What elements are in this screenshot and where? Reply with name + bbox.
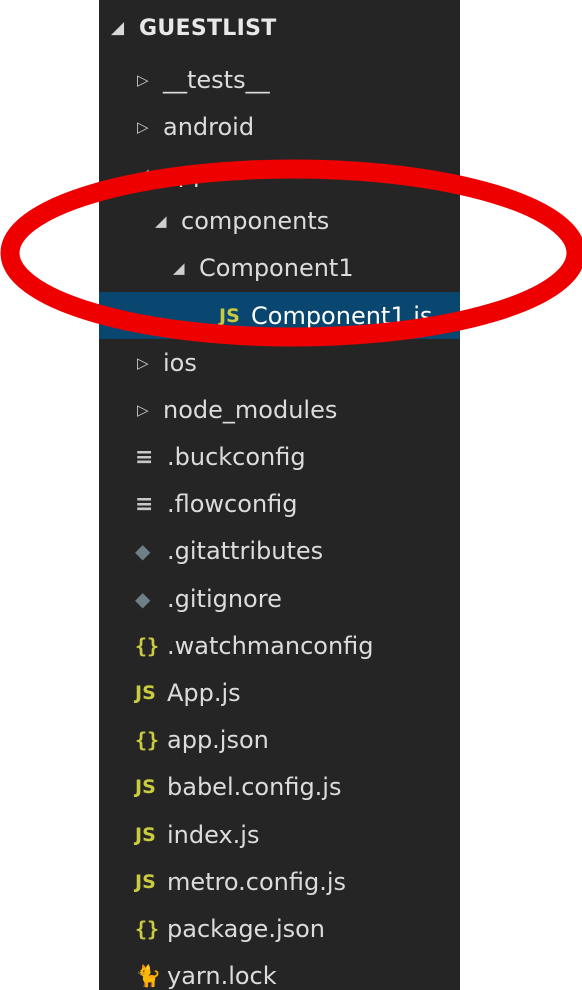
tree-item-label: components [181,207,330,236]
chevron-right-icon[interactable]: ▷ [137,354,163,372]
chevron-down-icon[interactable]: ◢ [137,165,163,183]
explorer-sidebar: ◢ GUESTLIST ▷ __tests__ ▷ android ◢ app ◢ compo… [99,0,460,990]
tree-item-label: index.js [167,820,260,849]
config-lines-icon: ≡ [135,491,154,517]
json-braces-icon: {} [135,916,160,941]
js-icon: JS [135,823,156,846]
tree-item-label: android [163,112,255,141]
tree-item-label: node_modules [163,395,338,424]
git-icon: ◆ [135,539,151,564]
tree-item-label: .flowconfig [167,490,298,519]
tree-item-label: ios [163,348,197,377]
tree-item-label: babel.config.js [167,773,342,802]
tree-item-label: .gitattributes [167,537,324,566]
tree-file-item[interactable]: {} .watchmanconfig [99,622,460,669]
git-icon: ◆ [135,586,151,611]
chevron-down-icon[interactable]: ◢ [173,259,199,277]
tree-item-label: yarn.lock [167,962,277,990]
tree-folder-item[interactable]: ▷ node_modules [99,386,460,433]
explorer-section-header[interactable]: ◢ GUESTLIST [99,0,460,56]
tree-file-item[interactable]: 🐈 yarn.lock [99,953,460,990]
tree-folder-item[interactable]: ▷ __tests__ [99,56,460,103]
chevron-right-icon[interactable]: ▷ [137,401,163,419]
tree-item-label: app [163,159,209,188]
tree-file-item[interactable]: JS babel.config.js [99,764,460,811]
tree-file-item[interactable]: JS index.js [99,811,460,858]
chevron-right-icon[interactable]: ▷ [137,118,163,136]
json-braces-icon: {} [135,633,160,658]
tree-folder-item[interactable]: ▷ android [99,103,460,150]
js-icon: JS [135,682,156,705]
tree-folder-item[interactable]: ▷ ios [99,339,460,386]
tree-folder-item[interactable]: ◢ Component1 [99,245,460,292]
yarn-icon: 🐈 [135,963,162,988]
chevron-down-icon[interactable]: ◢ [155,212,181,230]
chevron-right-icon[interactable]: ▷ [137,71,163,89]
tree-item-label: .watchmanconfig [167,631,374,660]
tree-item-label: .buckconfig [167,443,306,472]
tree-file-item[interactable]: {} app.json [99,717,460,764]
tree-file-item[interactable]: JS Component1.js [99,291,460,340]
js-icon: JS [135,870,156,893]
tree-file-item[interactable]: ≡ .buckconfig [99,434,460,481]
tree-file-item[interactable]: JS App.js [99,669,460,716]
tree-file-item[interactable]: ◆ .gitattributes [99,528,460,575]
file-tree: ▷ __tests__ ▷ android ◢ app ◢ components ◢ Compon… [99,56,460,990]
js-icon: JS [219,304,240,327]
chevron-down-icon: ◢ [111,18,125,38]
tree-folder-item[interactable]: ◢ components [99,198,460,245]
screenshot-stage: ◢ GUESTLIST ▷ __tests__ ▷ android ◢ app ◢ compo… [0,0,582,990]
config-lines-icon: ≡ [135,444,154,470]
tree-item-label: Component1.js [251,301,433,330]
js-icon: JS [135,776,156,799]
tree-item-label: package.json [167,914,326,943]
tree-item-label: App.js [167,679,241,708]
tree-folder-item[interactable]: ◢ app [99,150,460,197]
tree-item-label: Component1 [199,254,354,283]
tree-file-item[interactable]: ≡ .flowconfig [99,481,460,528]
tree-item-label: .gitignore [167,584,282,613]
tree-file-item[interactable]: ◆ .gitignore [99,575,460,622]
tree-item-label: metro.config.js [167,867,347,896]
tree-file-item[interactable]: JS metro.config.js [99,858,460,905]
section-title: GUESTLIST [139,15,277,41]
tree-item-label: app.json [167,726,269,755]
json-braces-icon: {} [135,728,160,753]
tree-item-label: __tests__ [163,65,270,94]
tree-file-item[interactable]: {} package.json [99,905,460,952]
